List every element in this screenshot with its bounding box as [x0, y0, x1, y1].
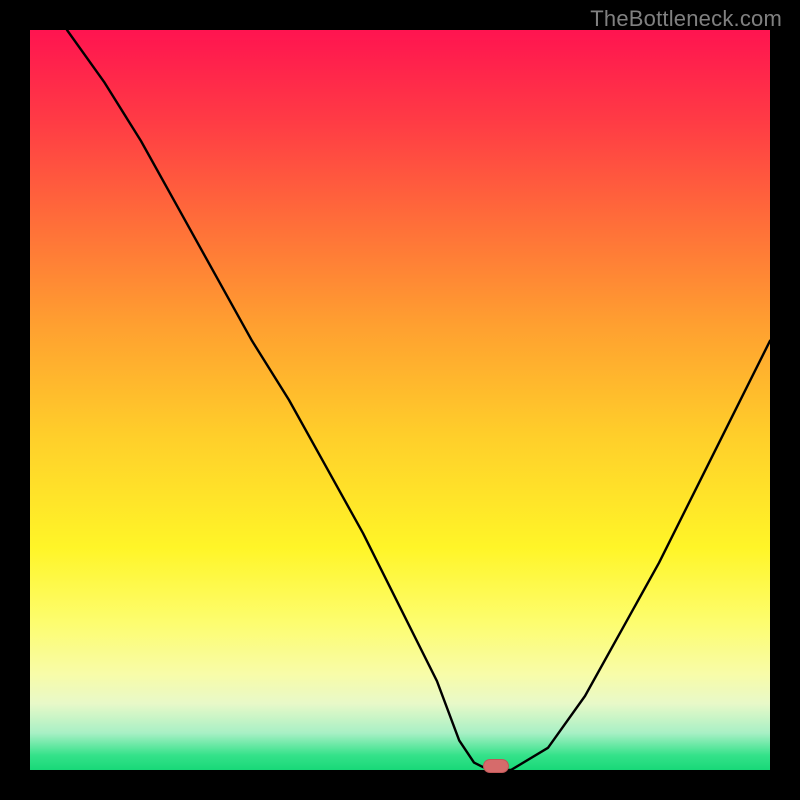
- minimum-marker: [483, 759, 509, 773]
- curve-svg: [30, 30, 770, 770]
- bottleneck-curve: [67, 30, 770, 770]
- watermark-text: TheBottleneck.com: [590, 6, 782, 32]
- chart-frame: TheBottleneck.com: [0, 0, 800, 800]
- plot-area: [30, 30, 770, 770]
